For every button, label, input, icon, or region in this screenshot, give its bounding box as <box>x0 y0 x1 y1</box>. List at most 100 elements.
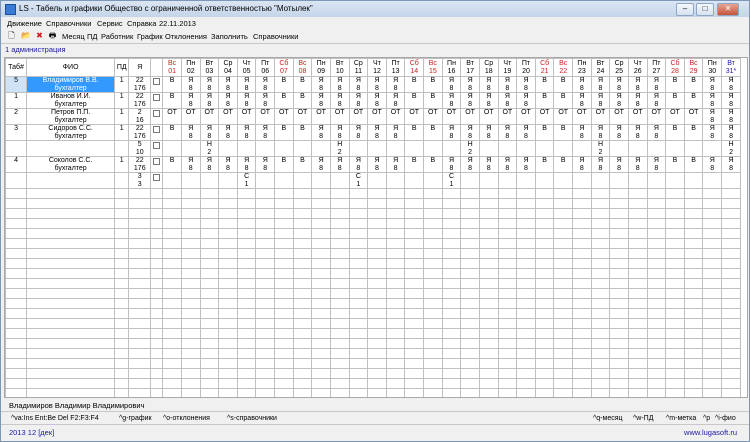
ya-total-cell[interactable]: 5 10 <box>128 140 152 157</box>
day-cell[interactable] <box>572 172 592 189</box>
day-cell[interactable] <box>665 172 685 189</box>
menu-servis[interactable]: Сервис <box>97 19 123 28</box>
day-cell[interactable]: Я8 <box>218 156 238 173</box>
tab-number-cell[interactable]: 3 <box>5 124 28 141</box>
toolbar-rabotnik[interactable]: Работник <box>101 32 133 41</box>
day-cell[interactable]: Я8 <box>460 76 480 93</box>
day-cell[interactable]: В <box>274 92 294 109</box>
day-cell[interactable]: Я8 <box>311 124 331 141</box>
day-cell[interactable]: Я8 <box>367 156 387 173</box>
day-cell[interactable] <box>218 172 238 189</box>
table-row[interactable]: 1 Иванов И.И. бухгалтер 1 22 176 В Я 8 Я 8 Я 8 Я 8 Я 8 В В… <box>5 92 741 109</box>
day-cell[interactable] <box>385 140 406 157</box>
day-cell[interactable]: Я8 <box>255 76 276 93</box>
day-cell[interactable] <box>646 172 667 189</box>
day-cell[interactable]: ОТ <box>385 108 406 125</box>
day-cell[interactable]: Я8 <box>721 124 741 141</box>
fio-cell[interactable]: Петров П.П. бухгалтер <box>26 108 116 125</box>
day-cell[interactable] <box>292 172 313 189</box>
maximize-button[interactable]: □ <box>696 3 714 16</box>
day-cell[interactable]: В <box>292 124 313 141</box>
ya-total-cell[interactable]: 22 176 <box>128 76 152 93</box>
mark-checkbox[interactable] <box>153 158 161 165</box>
menu-spravka[interactable]: Справка <box>127 19 156 28</box>
day-cell[interactable]: С1 <box>441 172 462 189</box>
day-cell[interactable]: Н2 <box>590 140 611 157</box>
day-cell[interactable] <box>627 172 648 189</box>
toolbar-zapolnit[interactable]: Заполнить <box>211 32 248 41</box>
day-cell[interactable]: ОТ <box>553 108 574 125</box>
day-cell[interactable]: В <box>553 92 574 109</box>
day-cell[interactable]: Я8 <box>627 124 648 141</box>
day-cell[interactable] <box>702 172 723 189</box>
day-cell[interactable]: ОТ <box>199 108 220 125</box>
day-cell[interactable]: Я8 <box>721 92 741 109</box>
day-cell[interactable]: В <box>683 124 704 141</box>
day-cell[interactable]: В <box>274 76 294 93</box>
day-cell[interactable]: Я8 <box>497 124 518 141</box>
day-cell[interactable] <box>311 140 331 157</box>
toolbar-spravochniki[interactable]: Справочники <box>253 32 298 41</box>
pd-cell[interactable] <box>114 140 130 157</box>
day-cell[interactable]: Я8 <box>721 76 741 93</box>
tab-number-cell[interactable]: 1 <box>5 92 28 109</box>
day-cell[interactable]: Я8 <box>702 108 723 125</box>
day-cell[interactable]: Я8 <box>199 76 220 93</box>
day-cell[interactable]: Я8 <box>609 156 629 173</box>
day-cell[interactable]: Я8 <box>218 76 238 93</box>
day-cell[interactable] <box>292 140 313 157</box>
day-cell[interactable]: ОТ <box>478 108 499 125</box>
day-cell[interactable]: В <box>423 156 443 173</box>
day-cell[interactable]: В <box>553 156 574 173</box>
day-cell[interactable]: Я8 <box>255 156 276 173</box>
day-cell[interactable]: Н2 <box>460 140 480 157</box>
day-cell[interactable]: В <box>404 124 425 141</box>
day-cell[interactable] <box>460 172 480 189</box>
day-cell[interactable]: В <box>162 156 182 173</box>
open-folder-icon[interactable]: 📂 <box>21 31 31 40</box>
day-cell[interactable]: Я8 <box>329 156 350 173</box>
day-cell[interactable]: С1 <box>348 172 369 189</box>
day-cell[interactable] <box>497 140 518 157</box>
day-cell[interactable]: В <box>665 124 685 141</box>
day-cell[interactable] <box>553 172 574 189</box>
day-cell[interactable]: Я8 <box>348 76 369 93</box>
day-cell[interactable]: Я8 <box>441 124 462 141</box>
day-cell[interactable]: В <box>534 156 555 173</box>
tab-number-cell[interactable]: 2 <box>5 108 28 125</box>
new-doc-icon[interactable]: 🗋 <box>7 31 16 40</box>
day-cell[interactable] <box>572 140 592 157</box>
day-cell[interactable]: Я8 <box>367 124 387 141</box>
day-cell[interactable]: В <box>274 156 294 173</box>
day-cell[interactable]: В <box>553 124 574 141</box>
day-cell[interactable]: Я8 <box>572 76 592 93</box>
day-cell[interactable]: Я8 <box>311 92 331 109</box>
toolbar-grafik[interactable]: График <box>137 32 163 41</box>
delete-icon[interactable]: ✖ <box>35 31 44 40</box>
day-cell[interactable]: Я8 <box>218 92 238 109</box>
day-cell[interactable]: Я8 <box>590 156 611 173</box>
department-label[interactable]: 1 администрация <box>5 45 66 54</box>
day-cell[interactable]: Я8 <box>385 76 406 93</box>
day-cell[interactable]: Я8 <box>646 156 667 173</box>
day-cell[interactable]: В <box>553 76 574 93</box>
day-cell[interactable]: Я8 <box>516 124 536 141</box>
day-cell[interactable]: Я8 <box>180 92 201 109</box>
col-header-tab[interactable]: Таб# <box>5 58 28 77</box>
day-cell[interactable] <box>497 172 518 189</box>
day-cell[interactable]: Я8 <box>367 76 387 93</box>
day-cell[interactable]: В <box>683 76 704 93</box>
day-cell[interactable]: Я8 <box>516 156 536 173</box>
day-cell[interactable] <box>553 140 574 157</box>
mark-checkbox[interactable] <box>153 142 161 149</box>
day-cell[interactable]: Я8 <box>590 124 611 141</box>
ya-total-cell[interactable]: 22 176 <box>128 124 152 141</box>
day-cell[interactable]: Н2 <box>199 140 220 157</box>
ya-total-cell[interactable]: 22 176 <box>128 92 152 109</box>
day-cell[interactable]: ОТ <box>329 108 350 125</box>
tab-number-cell[interactable] <box>5 140 28 157</box>
pd-cell[interactable]: 1 <box>114 92 130 109</box>
day-cell[interactable]: Я8 <box>348 92 369 109</box>
day-cell[interactable]: Я8 <box>199 156 220 173</box>
day-cell[interactable]: Я8 <box>460 124 480 141</box>
